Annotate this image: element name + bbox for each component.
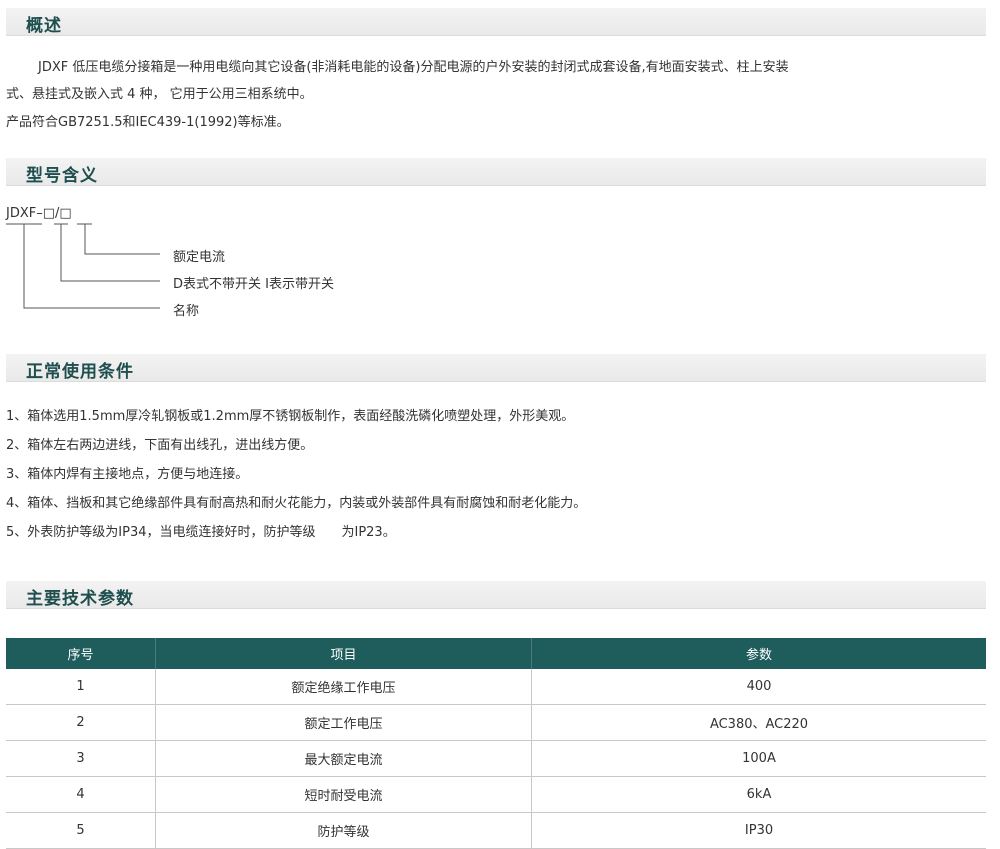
- condition-item: 1、箱体选用1.5mm厚冷轧钢板或1.2mm厚不锈钢板制作，表面经酸洗磷化喷塑处…: [6, 409, 575, 424]
- section-title: 正常使用条件: [26, 362, 134, 382]
- condition-item: 5、外表防护等级为IP34，当电缆连接好时，防护等级 为IP23。: [6, 525, 396, 540]
- condition-item: 4、箱体、挡板和其它绝缘部件具有耐高热和耐火花能力，内装或外装部件具有耐腐蚀和耐…: [6, 496, 587, 511]
- cell-item: 短时耐受电流: [155, 776, 532, 813]
- section-header-specs: 主要技术参数: [6, 581, 986, 609]
- cell-index: 4: [6, 776, 156, 813]
- cell-index: 5: [6, 812, 156, 849]
- cell-value: IP30: [531, 812, 986, 849]
- column-header-value: 参数: [531, 638, 986, 669]
- section-header-conditions: 正常使用条件: [6, 354, 986, 382]
- table-row: 2 额定工作电压 AC380、AC220: [6, 704, 986, 741]
- cell-value: AC380、AC220: [531, 704, 986, 741]
- cell-index: 3: [6, 740, 156, 777]
- column-header-item: 项目: [155, 638, 532, 669]
- cell-item: 额定工作电压: [155, 704, 532, 741]
- cell-index: 2: [6, 704, 156, 741]
- legend-switch-type: D表式不带开关 I表示带开关: [173, 277, 334, 292]
- cell-value: 400: [531, 669, 986, 705]
- cell-index: 1: [6, 669, 156, 705]
- table-row: 1 额定绝缘工作电压 400: [6, 669, 986, 705]
- cell-item: 额定绝缘工作电压: [155, 669, 532, 705]
- legend-rated-current: 额定电流: [173, 250, 226, 265]
- table-row: 3 最大额定电流 100A: [6, 740, 986, 777]
- table-row: 4 短时耐受电流 6kA: [6, 776, 986, 813]
- spec-table: 序号 项目 参数 1 额定绝缘工作电压 400 2 额定工作电压 AC380、A…: [6, 638, 986, 849]
- legend-name: 名称: [173, 304, 200, 319]
- section-title: 主要技术参数: [26, 589, 134, 609]
- column-header-index: 序号: [6, 638, 156, 669]
- cell-item: 最大额定电流: [155, 740, 532, 777]
- table-header-row: 序号 项目 参数: [6, 638, 986, 669]
- cell-value: 100A: [531, 740, 986, 777]
- condition-item: 2、箱体左右两边进线，下面有出线孔，进出线方便。: [6, 438, 314, 453]
- condition-item: 3、箱体内焊有主接地点，方便与地连接。: [6, 467, 249, 482]
- cell-item: 防护等级: [155, 812, 532, 849]
- cell-value: 6kA: [531, 776, 986, 813]
- table-row: 5 防护等级 IP30: [6, 812, 986, 849]
